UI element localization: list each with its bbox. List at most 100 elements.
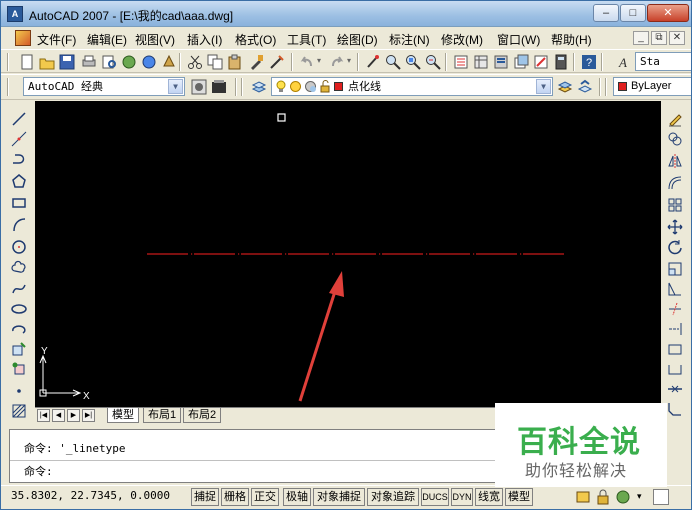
line-icon[interactable]	[11, 111, 27, 127]
erase-icon[interactable]	[667, 111, 683, 127]
copy-object-icon[interactable]	[667, 131, 683, 147]
coordinate-readout[interactable]: 35.8302, 22.7345, 0.0000	[11, 489, 170, 502]
tab-model[interactable]: 模型	[107, 408, 139, 423]
ellipse-arc-icon[interactable]	[11, 321, 27, 337]
join-icon[interactable]	[667, 381, 683, 397]
quickcalc-icon[interactable]	[553, 54, 569, 70]
minimize-button[interactable]: –	[593, 4, 619, 22]
menu-modify[interactable]: 修改(M)	[441, 31, 483, 48]
match-properties-icon[interactable]	[249, 54, 265, 70]
scale-icon[interactable]	[667, 261, 683, 277]
open-folder-icon[interactable]	[39, 54, 55, 70]
grid-toggle[interactable]: 栅格	[221, 488, 249, 506]
menu-window[interactable]: 窗口(W)	[497, 31, 540, 48]
paste-icon[interactable]	[227, 54, 243, 70]
help-icon[interactable]: ?	[581, 54, 597, 70]
array-icon[interactable]	[667, 197, 683, 213]
circle-icon[interactable]	[11, 239, 27, 255]
polygon-icon[interactable]	[11, 173, 27, 189]
toolbar-grip[interactable]	[7, 78, 9, 96]
move-icon[interactable]	[667, 219, 683, 235]
revision-cloud-icon[interactable]	[11, 259, 27, 275]
undo-icon[interactable]	[299, 54, 315, 70]
toolbar-grip[interactable]	[7, 53, 9, 71]
my-workspace-icon[interactable]	[211, 79, 227, 95]
break-at-point-icon[interactable]	[667, 341, 683, 357]
print-icon[interactable]	[81, 54, 97, 70]
otrack-toggle[interactable]: 对象追踪	[367, 488, 419, 506]
menu-file[interactable]: 文件(F)	[37, 31, 76, 48]
point-icon[interactable]	[11, 383, 27, 399]
next-tab-icon[interactable]: ▶	[67, 409, 80, 422]
color-control-combo[interactable]: ByLayer	[613, 77, 691, 96]
lineweight-toggle[interactable]: 线宽	[475, 488, 503, 506]
communication-center-icon[interactable]	[575, 489, 591, 505]
menu-help[interactable]: 帮助(H)	[551, 31, 592, 48]
pan-icon[interactable]	[365, 54, 381, 70]
dyn-toggle[interactable]: DYN	[451, 488, 473, 506]
model-space-toggle[interactable]: 模型	[505, 488, 533, 506]
layer-properties-icon[interactable]	[251, 79, 267, 95]
ortho-toggle[interactable]: 正交	[251, 488, 279, 506]
workspace-dropdown[interactable]: AutoCAD 经典 ▼	[23, 77, 185, 96]
viewport-freeze-icon[interactable]	[304, 80, 317, 93]
cut-icon[interactable]	[187, 54, 203, 70]
snap-toggle[interactable]: 捕捉	[191, 488, 219, 506]
first-tab-icon[interactable]: |◀	[37, 409, 50, 422]
zoom-window-icon[interactable]	[405, 54, 421, 70]
mirror-icon[interactable]	[667, 153, 683, 169]
properties-icon[interactable]	[453, 54, 469, 70]
new-file-icon[interactable]	[19, 54, 35, 70]
make-block-icon[interactable]	[11, 361, 27, 377]
markup-set-manager-icon[interactable]	[533, 54, 549, 70]
spline-icon[interactable]	[11, 281, 27, 297]
redo-dropdown-icon[interactable]: ▾	[347, 56, 351, 65]
construction-line-icon[interactable]	[11, 131, 27, 147]
polyline-icon[interactable]	[11, 151, 27, 167]
rectangle-icon[interactable]	[11, 195, 27, 211]
polar-toggle[interactable]: 极轴	[283, 488, 311, 506]
command-prompt[interactable]: 命令:	[24, 463, 53, 479]
dashdot-line[interactable]	[147, 253, 564, 255]
chamfer-icon[interactable]	[667, 401, 683, 417]
layer-previous-icon[interactable]	[577, 79, 593, 95]
zoom-previous-icon[interactable]	[425, 54, 441, 70]
autocad-app-icon[interactable]: A	[7, 6, 23, 22]
trusted-locations-icon[interactable]	[615, 489, 631, 505]
menu-draw[interactable]: 绘图(D)	[337, 31, 378, 48]
publish-icon[interactable]	[121, 54, 137, 70]
design-center-icon[interactable]	[473, 54, 489, 70]
lightbulb-on-icon[interactable]	[275, 80, 287, 93]
tab-layout1[interactable]: 布局1	[143, 408, 182, 423]
mdi-restore-button[interactable]: ⧉	[651, 31, 667, 45]
text-style-icon[interactable]: A	[615, 54, 631, 70]
plot-icon[interactable]	[141, 54, 157, 70]
arc-icon[interactable]	[11, 217, 27, 233]
close-button[interactable]: ✕	[647, 4, 689, 22]
menu-dimension[interactable]: 标注(N)	[389, 31, 430, 48]
chevron-down-icon[interactable]: ▼	[536, 79, 551, 94]
maximize-button[interactable]: □	[620, 4, 646, 22]
unlock-icon[interactable]	[319, 80, 331, 93]
hatch-icon[interactable]	[11, 403, 27, 419]
menu-format[interactable]: 格式(O)	[235, 31, 276, 48]
drawing-canvas[interactable]: Y X	[35, 101, 661, 407]
tool-palettes-icon[interactable]	[493, 54, 509, 70]
menu-view[interactable]: 视图(V)	[135, 31, 175, 48]
zoom-realtime-icon[interactable]	[385, 54, 401, 70]
make-layer-current-icon[interactable]	[557, 79, 573, 95]
mdi-minimize-button[interactable]: _	[633, 31, 649, 45]
extend-icon[interactable]	[667, 321, 683, 337]
text-style-combo[interactable]: Sta	[635, 52, 691, 71]
last-tab-icon[interactable]: ▶|	[82, 409, 95, 422]
trim-icon[interactable]	[667, 301, 683, 317]
save-icon[interactable]	[59, 54, 75, 70]
offset-icon[interactable]	[667, 175, 683, 191]
status-menu-icon[interactable]: ▾	[637, 491, 642, 502]
redo-icon[interactable]	[329, 54, 345, 70]
menu-edit[interactable]: 编辑(E)	[87, 31, 127, 48]
ellipse-icon[interactable]	[11, 301, 27, 317]
toolbar-lock-icon[interactable]	[595, 489, 611, 505]
insert-block-icon[interactable]	[11, 341, 27, 357]
workspace-settings-icon[interactable]	[191, 79, 207, 95]
